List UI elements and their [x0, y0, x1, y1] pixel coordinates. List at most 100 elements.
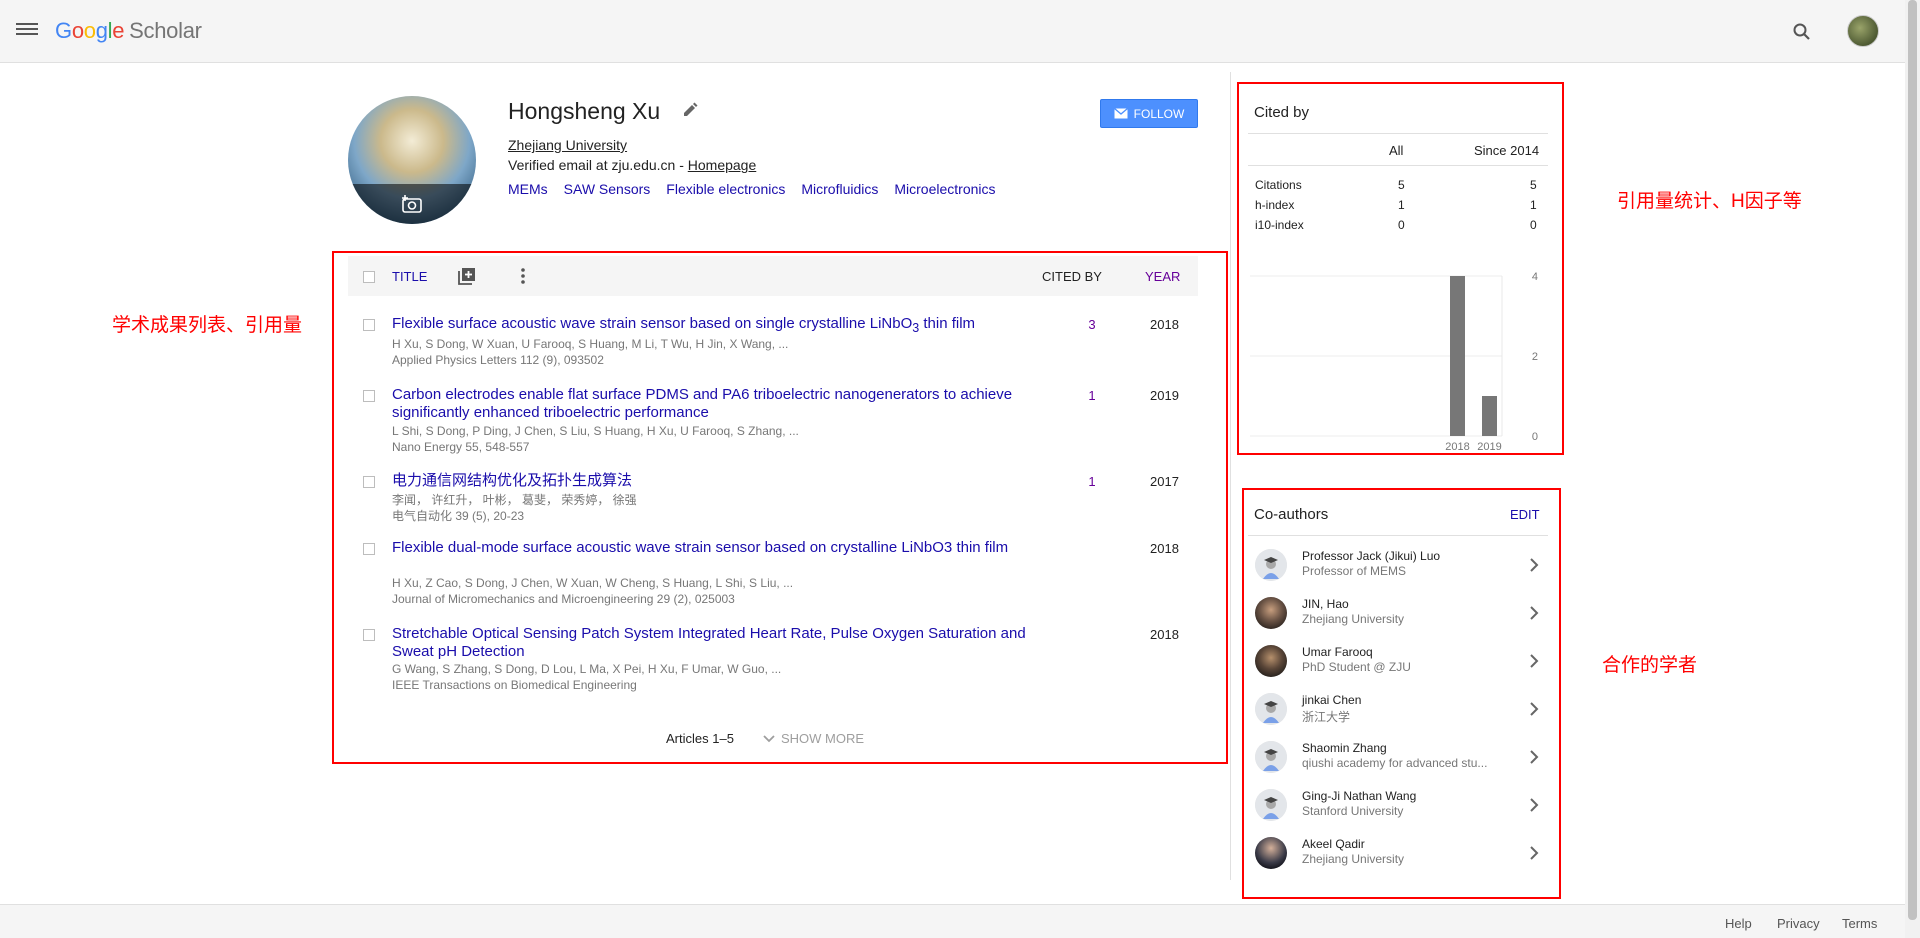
top-bar: Google Scholar — [0, 0, 1905, 63]
sort-by-title[interactable]: TITLE — [392, 269, 427, 284]
coauthor-affiliation: Zhejiang University — [1302, 852, 1405, 866]
coauthor-name: Akeel Qadir — [1302, 837, 1365, 851]
account-avatar[interactable] — [1847, 15, 1879, 47]
articles-annotation-label: 学术成果列表、引用量 — [112, 315, 303, 336]
interest-link[interactable]: Microfluidics — [801, 181, 878, 197]
logo-letter: G — [55, 18, 72, 43]
coauthor-name: jinkai Chen — [1302, 693, 1362, 707]
article-row: Flexible surface acoustic wave strain se… — [348, 315, 1198, 370]
select-all-checkbox[interactable] — [363, 271, 375, 283]
chevron-right-icon — [1527, 845, 1541, 861]
divider — [1248, 535, 1548, 536]
change-photo-button[interactable] — [348, 184, 476, 224]
article-row: 电力通信网结构优化及拓扑生成算法 李闻， 许红升， 叶彬， 葛斐， 荣秀婷， 徐… — [348, 472, 1198, 527]
chevron-right-icon — [1527, 605, 1541, 621]
article-year: 2019 — [1150, 388, 1179, 403]
article-title[interactable]: Carbon electrodes enable flat surface PD… — [392, 386, 1032, 422]
interest-link[interactable]: MEMs — [508, 181, 548, 197]
article-checkbox[interactable] — [363, 476, 375, 488]
coauthor-item[interactable]: Akeel Qadir Zhejiang University — [1253, 831, 1548, 875]
coauthor-avatar — [1255, 693, 1287, 725]
article-checkbox[interactable] — [363, 543, 375, 555]
coauthor-item[interactable]: Ging-Ji Nathan Wang Stanford University — [1253, 783, 1548, 827]
chart-bar[interactable] — [1482, 396, 1497, 436]
divider — [1248, 165, 1548, 166]
metric-since: 5 — [1530, 178, 1537, 192]
chevron-right-icon — [1527, 749, 1541, 765]
metric-label[interactable]: h-index — [1255, 198, 1294, 212]
article-cited-count[interactable]: 3 — [1078, 317, 1106, 332]
metric-label[interactable]: i10-index — [1255, 218, 1304, 232]
research-interests: MEMs SAW Sensors Flexible electronics Mi… — [508, 181, 996, 197]
metric-since: 0 — [1530, 218, 1537, 232]
scrollbar-thumb[interactable] — [1908, 0, 1917, 920]
coauthor-name: Umar Farooq — [1302, 645, 1373, 659]
article-cited-count[interactable]: 1 — [1078, 388, 1106, 403]
chart-bar[interactable] — [1450, 276, 1465, 436]
article-row: Stretchable Optical Sensing Patch System… — [348, 625, 1198, 695]
homepage-link[interactable]: Homepage — [688, 157, 757, 173]
coauthor-item[interactable]: Professor Jack (Jikui) Luo Professor of M… — [1253, 543, 1548, 587]
verified-email: Verified email at zju.edu.cn - Homepage — [508, 157, 756, 173]
footer-terms-link[interactable]: Terms — [1842, 916, 1877, 931]
coauthor-affiliation: qiushi academy for advanced stu... — [1302, 756, 1488, 770]
logo-letter: o — [83, 18, 96, 43]
coauthor-item[interactable]: Shaomin Zhang qiushi academy for advanced… — [1253, 735, 1548, 779]
footer-help-link[interactable]: Help — [1725, 916, 1752, 931]
article-year: 2018 — [1150, 541, 1179, 556]
article-title[interactable]: Flexible surface acoustic wave strain se… — [392, 315, 1032, 337]
footer: Help Privacy Terms — [0, 904, 1905, 938]
article-cited-count[interactable]: 1 — [1078, 474, 1106, 489]
coauthor-avatar — [1255, 645, 1287, 677]
chart-y-tick-label: 2 — [1532, 351, 1538, 363]
mail-icon — [1113, 108, 1128, 119]
article-authors: H Xu, S Dong, W Xuan, U Farooq, S Huang,… — [392, 337, 789, 351]
citations-bar-chart: 0 2 4 2018 2019 — [1250, 271, 1538, 453]
metric-all: 0 — [1398, 218, 1405, 232]
article-year: 2017 — [1150, 474, 1179, 489]
interest-link[interactable]: Flexible electronics — [666, 181, 785, 197]
coauthor-avatar — [1255, 549, 1287, 581]
show-more-button[interactable]: SHOW MORE — [763, 731, 864, 746]
interest-link[interactable]: SAW Sensors — [564, 181, 651, 197]
follow-button[interactable]: FOLLOW — [1100, 99, 1198, 128]
article-checkbox[interactable] — [363, 629, 375, 641]
article-title[interactable]: 电力通信网结构优化及拓扑生成算法 — [392, 472, 1032, 490]
article-year: 2018 — [1150, 627, 1179, 642]
coauthor-item[interactable]: Umar Farooq PhD Student @ ZJU — [1253, 639, 1548, 683]
profile-name: Hongsheng Xu — [508, 98, 661, 124]
google-scholar-logo[interactable]: Google Scholar — [55, 18, 202, 44]
coauthor-name: JIN, Hao — [1302, 597, 1349, 611]
chevron-right-icon — [1527, 701, 1541, 717]
sort-by-year[interactable]: YEAR — [1145, 269, 1180, 284]
cited-by-col-since: Since 2014 — [1474, 143, 1540, 158]
article-title-text: thin film — [919, 315, 976, 332]
logo-letter: o — [71, 18, 84, 43]
article-title[interactable]: Flexible dual-mode surface acoustic wave… — [392, 539, 1032, 557]
article-authors: 李闻， 许红升， 叶彬， 葛斐， 荣秀婷， 徐强 — [392, 493, 637, 507]
coauthor-avatar — [1255, 789, 1287, 821]
article-checkbox[interactable] — [363, 390, 375, 402]
article-venue: Journal of Micromechanics and Microengin… — [392, 592, 735, 606]
coauthor-avatar — [1255, 597, 1287, 629]
interest-link[interactable]: Microelectronics — [894, 181, 995, 197]
footer-privacy-link[interactable]: Privacy — [1777, 916, 1820, 931]
citations-annotation-label: 引用量统计、H因子等 — [1617, 191, 1802, 212]
coauthor-name: Ging-Ji Nathan Wang — [1302, 789, 1417, 803]
add-article-icon[interactable] — [458, 267, 476, 285]
metric-label[interactable]: Citations — [1255, 178, 1302, 192]
affiliation-link[interactable]: Zhejiang University — [508, 137, 627, 153]
article-row: Carbon electrodes enable flat surface PD… — [348, 386, 1198, 456]
article-title[interactable]: Stretchable Optical Sensing Patch System… — [392, 625, 1032, 661]
more-vert-icon[interactable] — [514, 267, 532, 285]
coauthors-edit-button[interactable]: EDIT — [1510, 507, 1540, 522]
page-scrollbar[interactable] — [1905, 0, 1920, 938]
sort-by-cited[interactable]: CITED BY — [1042, 269, 1102, 284]
article-checkbox[interactable] — [363, 319, 375, 331]
coauthor-item[interactable]: JIN, Hao Zhejiang University — [1253, 591, 1548, 635]
menu-icon[interactable] — [16, 20, 38, 42]
edit-pencil-icon[interactable] — [681, 101, 699, 119]
coauthor-item[interactable]: jinkai Chen 浙江大学 — [1253, 687, 1548, 731]
search-icon[interactable] — [1790, 20, 1814, 44]
coauthors-annotation-label: 合作的学者 — [1602, 655, 1698, 676]
